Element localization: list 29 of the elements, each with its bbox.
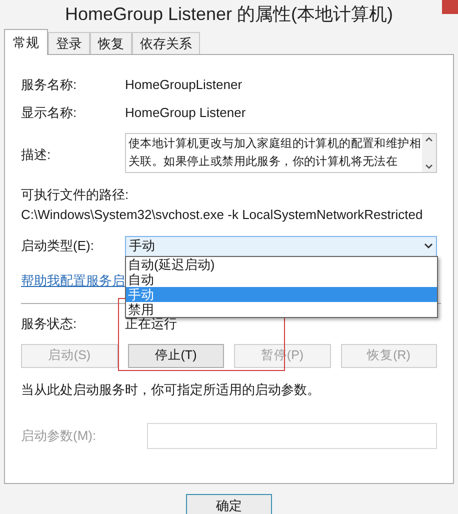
field-label: 服务名称: — [21, 76, 78, 94]
field-label: 显示名称: — [21, 104, 78, 122]
help-link[interactable]: 帮助我配置服务启 — [21, 271, 125, 290]
parameters-field[interactable] — [146, 423, 437, 449]
tab[interactable]: 登录 — [48, 32, 90, 54]
scroll-up-icon[interactable] — [425, 137, 433, 142]
hint-text: 当从此处启动服务时，你可指定所适用的启动参数。 — [21, 380, 321, 398]
dropdown-option[interactable]: 自动(延迟启动) — [126, 257, 437, 272]
field-label: 启动类型(E): — [21, 237, 95, 256]
field-value: HomeGroupListener — [125, 76, 242, 94]
dropdown-option[interactable]: 禁用 — [126, 302, 437, 317]
description-text: 使本地计算机更改与加入家庭组的计算机的配置和维护相关联。如果停止或禁用此服务，你的计算机将无法在 — [128, 136, 422, 170]
path-text: C:\Windows\System32\svchost.exe -k LocalSystemNetworkRestricted — [21, 206, 424, 224]
status-value: 正在运行 — [125, 316, 177, 333]
window-title: HomeGroup Listener 的属性(本地计算机) — [64, 5, 394, 23]
field-label: 服务状态: — [21, 314, 78, 333]
startup-type-dropdown[interactable]: 手动 — [124, 236, 437, 256]
tab[interactable]: 恢复 — [90, 32, 132, 54]
ok-button[interactable]: 确定 — [186, 494, 272, 514]
field-label: 启动参数(M): — [21, 427, 98, 446]
scroll-down-icon[interactable] — [425, 164, 433, 169]
caret-icon — [424, 243, 433, 249]
service-button[interactable]: 停止(T) — [128, 344, 224, 368]
field-label: 描述: — [21, 146, 52, 164]
field-value: HomeGroup Listener — [125, 104, 246, 122]
tab[interactable]: 常规 — [4, 29, 48, 55]
dropdown-option[interactable]: 自动 — [126, 272, 437, 287]
field-label: 可执行文件的路径: — [21, 186, 130, 204]
tab[interactable]: 依存关系 — [132, 32, 200, 54]
